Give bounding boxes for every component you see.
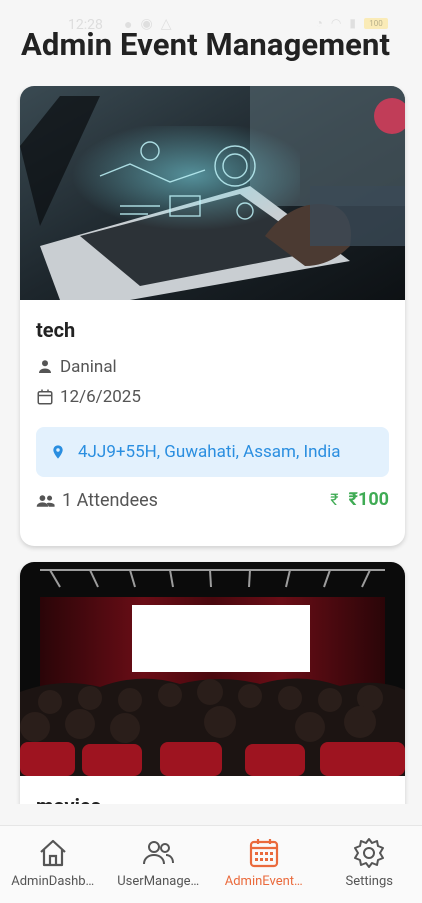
attendees-count: 1 Attendees xyxy=(62,490,158,511)
nav-label: UserManage… xyxy=(117,874,200,889)
price-row: ₹ ₹100 xyxy=(330,489,389,510)
nav-item-admin-events[interactable]: AdminEvent… xyxy=(211,826,317,903)
person-icon xyxy=(39,360,51,373)
event-title: movies xyxy=(36,794,101,804)
event-card[interactable]: tech Daninal 12/6/2025 4JJ9+55H, Guwahat… xyxy=(20,86,405,546)
group-icon xyxy=(36,494,55,507)
nav-label: AdminDashb… xyxy=(11,874,95,889)
nav-item-admin-dashboard[interactable]: AdminDashb… xyxy=(0,826,106,903)
event-list[interactable]: tech Daninal 12/6/2025 4JJ9+55H, Guwahat… xyxy=(0,86,422,804)
bottom-navigation: AdminDashb… UserManage… AdminEvent… Sett… xyxy=(0,825,422,903)
nav-label: Settings xyxy=(345,874,393,889)
nav-label: AdminEvent… xyxy=(224,874,303,889)
location-text: 4JJ9+55H, Guwahati, Assam, India xyxy=(78,442,341,462)
attendees-row: 1 Attendees xyxy=(36,490,158,511)
home-icon xyxy=(40,839,66,867)
event-image-laptop xyxy=(20,86,405,300)
event-date: 12/6/2025 xyxy=(60,387,141,407)
location-box[interactable]: 4JJ9+55H, Guwahati, Assam, India xyxy=(36,427,389,477)
calendar-icon xyxy=(37,389,53,405)
organizer-row: Daninal xyxy=(36,357,117,377)
location-pin-icon xyxy=(53,445,63,459)
event-price: ₹100 xyxy=(348,489,389,510)
event-card[interactable]: movies xyxy=(20,562,405,804)
screen: 12:28 ● ◉ △ ◔ ◠ ▮ 100 Admin Event Manage… xyxy=(0,0,422,903)
date-row: 12/6/2025 xyxy=(36,387,141,407)
event-image-cinema xyxy=(20,562,405,776)
gear-icon xyxy=(354,838,385,868)
organizer-name: Daninal xyxy=(60,357,117,377)
page-title: Admin Event Management xyxy=(21,26,391,63)
users-icon xyxy=(143,841,175,865)
event-title: tech xyxy=(36,318,76,342)
calendar-icon xyxy=(249,839,278,868)
rupee-icon: ₹ xyxy=(330,490,339,509)
nav-item-user-management[interactable]: UserManage… xyxy=(106,826,212,903)
nav-item-settings[interactable]: Settings xyxy=(317,826,422,903)
